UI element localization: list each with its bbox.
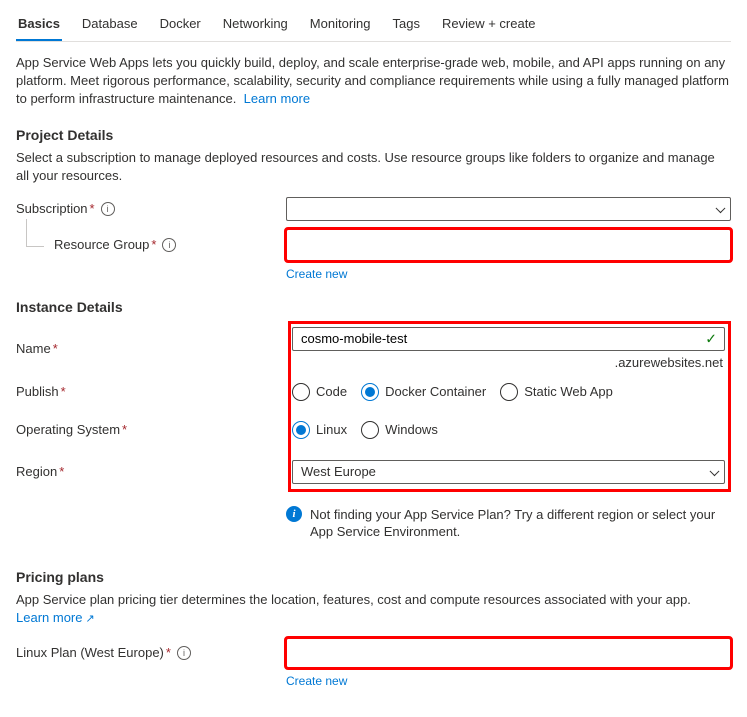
- tab-database[interactable]: Database: [80, 12, 140, 41]
- radio-icon: [292, 421, 310, 439]
- name-label-text: Name: [16, 341, 51, 356]
- publish-radio-static[interactable]: Static Web App: [500, 383, 613, 401]
- publish-code-label: Code: [316, 384, 347, 399]
- pricing-heading: Pricing plans: [16, 569, 731, 585]
- tab-docker[interactable]: Docker: [158, 12, 203, 41]
- info-icon: i: [286, 506, 302, 522]
- publish-label-text: Publish: [16, 384, 59, 399]
- intro-body: App Service Web Apps lets you quickly bu…: [16, 55, 729, 106]
- required-icon: *: [61, 384, 66, 399]
- required-icon: *: [53, 341, 58, 356]
- info-icon[interactable]: i: [162, 238, 176, 252]
- os-label: Operating System *: [16, 422, 286, 437]
- region-note: i Not finding your App Service Plan? Try…: [286, 506, 731, 541]
- required-icon: *: [151, 237, 156, 252]
- intro-text: App Service Web Apps lets you quickly bu…: [16, 54, 731, 109]
- radio-icon: [361, 421, 379, 439]
- tab-review-create[interactable]: Review + create: [440, 12, 538, 41]
- required-icon: *: [166, 645, 171, 660]
- info-icon[interactable]: i: [177, 646, 191, 660]
- check-icon: ✓: [705, 330, 717, 347]
- region-label-text: Region: [16, 464, 57, 479]
- pricing-desc: App Service plan pricing tier determines…: [16, 591, 731, 628]
- project-details-heading: Project Details: [16, 127, 731, 143]
- radio-icon: [292, 383, 310, 401]
- pricing-desc-text: App Service plan pricing tier determines…: [16, 592, 691, 607]
- subscription-label: Subscription * i: [16, 201, 286, 216]
- required-icon: *: [122, 422, 127, 437]
- plan-label: Linux Plan (West Europe) * i: [16, 645, 286, 660]
- tab-networking[interactable]: Networking: [221, 12, 290, 41]
- publish-docker-label: Docker Container: [385, 384, 486, 399]
- publish-static-label: Static Web App: [524, 384, 613, 399]
- tab-basics[interactable]: Basics: [16, 12, 62, 41]
- required-icon: *: [59, 464, 64, 479]
- radio-icon: [500, 383, 518, 401]
- subscription-dropdown[interactable]: [286, 197, 731, 221]
- plan-dropdown[interactable]: [286, 638, 731, 668]
- name-input[interactable]: [292, 327, 725, 351]
- publish-label: Publish *: [16, 384, 286, 399]
- domain-suffix: .azurewebsites.net: [292, 355, 725, 370]
- publish-radio-docker[interactable]: Docker Container: [361, 383, 486, 401]
- tab-tags[interactable]: Tags: [391, 12, 422, 41]
- tab-monitoring[interactable]: Monitoring: [308, 12, 373, 41]
- os-radio-linux[interactable]: Linux: [292, 421, 347, 439]
- os-windows-label: Windows: [385, 422, 438, 437]
- resource-group-label: Resource Group * i: [16, 237, 286, 252]
- required-icon: *: [90, 201, 95, 216]
- publish-radio-code[interactable]: Code: [292, 383, 347, 401]
- region-dropdown[interactable]: West Europe: [292, 460, 725, 484]
- tabs-bar: Basics Database Docker Networking Monito…: [16, 12, 731, 42]
- region-note-text: Not finding your App Service Plan? Try a…: [310, 506, 731, 541]
- plan-create-new-link[interactable]: Create new: [286, 674, 347, 688]
- radio-icon: [361, 383, 379, 401]
- os-linux-label: Linux: [316, 422, 347, 437]
- pricing-learn-more-link[interactable]: Learn more: [16, 610, 95, 625]
- resource-group-label-text: Resource Group: [54, 237, 149, 252]
- chevron-down-icon: [716, 203, 726, 213]
- name-label: Name *: [16, 341, 286, 356]
- subscription-label-text: Subscription: [16, 201, 88, 216]
- info-icon[interactable]: i: [101, 202, 115, 216]
- os-label-text: Operating System: [16, 422, 120, 437]
- plan-label-text: Linux Plan (West Europe): [16, 645, 164, 660]
- intro-learn-more-link[interactable]: Learn more: [244, 91, 310, 106]
- os-radio-group: Linux Windows: [292, 421, 725, 439]
- region-value: West Europe: [301, 464, 376, 479]
- indent-line: [26, 219, 44, 247]
- resource-group-dropdown[interactable]: [286, 229, 731, 261]
- project-details-desc: Select a subscription to manage deployed…: [16, 149, 731, 185]
- instance-details-heading: Instance Details: [16, 299, 731, 315]
- rg-create-new-link[interactable]: Create new: [286, 267, 347, 281]
- publish-radio-group: Code Docker Container Static Web App: [292, 383, 725, 401]
- region-label: Region *: [16, 464, 286, 479]
- os-radio-windows[interactable]: Windows: [361, 421, 438, 439]
- chevron-down-icon: [710, 466, 720, 476]
